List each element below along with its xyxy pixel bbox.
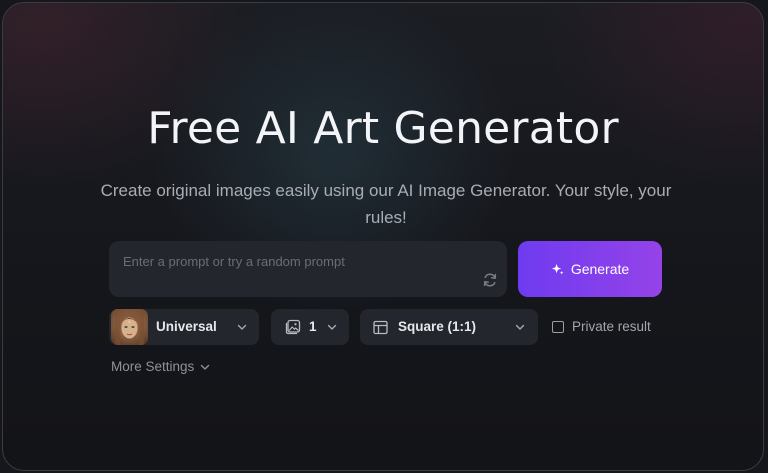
private-checkbox[interactable] xyxy=(552,320,564,333)
generate-button[interactable]: Generate xyxy=(518,241,662,297)
private-result-toggle[interactable]: Private result xyxy=(552,319,651,334)
image-count-label: 1 xyxy=(309,319,317,334)
aspect-ratio-label: Square (1:1) xyxy=(398,319,477,334)
layout-icon xyxy=(373,320,388,335)
model-label: Universal xyxy=(156,319,217,334)
private-label: Private result xyxy=(572,319,651,334)
image-icon xyxy=(285,319,301,335)
more-settings-label: More Settings xyxy=(111,359,195,374)
sparkle-icon xyxy=(551,263,564,275)
chevron-down-icon xyxy=(201,364,210,370)
more-settings-toggle[interactable]: More Settings xyxy=(111,359,210,374)
model-select[interactable]: Universal xyxy=(109,309,259,345)
prompt-input[interactable] xyxy=(123,249,463,273)
prompt-box xyxy=(109,241,507,297)
image-count-select[interactable]: 1 xyxy=(271,309,349,345)
chevron-down-icon xyxy=(327,324,337,330)
chevron-down-icon xyxy=(515,324,525,330)
model-avatar xyxy=(111,309,148,345)
aspect-ratio-select[interactable]: Square (1:1) xyxy=(360,309,538,345)
refresh-icon[interactable] xyxy=(482,272,498,288)
generator-card: Free AI Art Generator Create original im… xyxy=(2,2,764,471)
generate-label: Generate xyxy=(570,261,630,277)
page-subtitle: Create original images easily using our … xyxy=(100,181,672,227)
page-title: Free AI Art Generator xyxy=(147,103,619,154)
chevron-down-icon xyxy=(237,324,247,330)
